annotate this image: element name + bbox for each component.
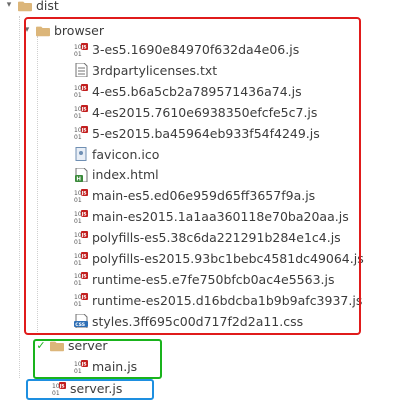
folder-label: dist [36,0,59,13]
highlight-server-box [33,339,162,379]
chevron-down-icon[interactable]: ▾ [4,0,14,16]
folder-icon [18,1,32,12]
folder-dist[interactable]: ▾ dist [4,0,59,16]
highlight-server-js-box [26,379,154,400]
indent-guide [19,16,20,378]
highlight-browser-box [24,17,361,335]
